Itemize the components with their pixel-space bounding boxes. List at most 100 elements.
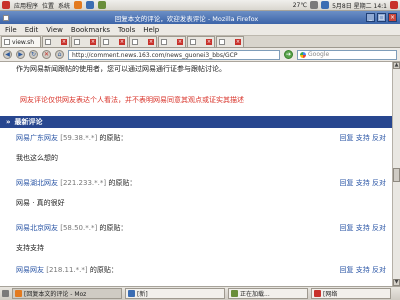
page-favicon-icon [190, 39, 196, 45]
maximize-button[interactable]: □ [377, 13, 386, 22]
tab[interactable]: × [216, 36, 244, 47]
comment-user[interactable]: 网易湖北网友 [16, 179, 58, 187]
taskbar-item-network[interactable]: [网络 [311, 288, 391, 299]
back-icon[interactable]: ◀ [3, 50, 12, 59]
menu-tools[interactable]: Tools [117, 26, 136, 34]
search-placeholder: Google [308, 51, 330, 58]
scroll-up-icon[interactable]: ▲ [393, 62, 400, 69]
close-tab-icon[interactable]: × [61, 39, 67, 45]
panel-menu-apps[interactable]: 应用程序 [14, 1, 38, 10]
weather-indicator[interactable]: 27℃ [293, 2, 307, 9]
close-tab-icon[interactable]: × [119, 39, 125, 45]
tab-strip: view.sh × × × × × × × [0, 35, 400, 48]
close-tab-icon[interactable]: × [148, 39, 154, 45]
comment-user[interactable]: 网易网友 [16, 266, 44, 274]
tab[interactable]: × [187, 36, 215, 47]
close-tab-icon[interactable]: × [206, 39, 212, 45]
firefox-icon [15, 290, 22, 297]
comment-item: 网易湖北网友 [221.233.*.*] 的原贴： 回复 支持 反对 网易 · … [16, 178, 392, 222]
comment-user[interactable]: 网易北京网友 [16, 224, 58, 232]
comment-header: 网易北京网友 [58.50.*.*] 的原贴： [16, 223, 127, 233]
taskbar-item-label: [回复本文的评论 - Moz [24, 291, 87, 298]
menu-view[interactable]: View [45, 26, 64, 34]
apps-menu-icon[interactable] [2, 1, 10, 9]
volume-icon[interactable] [321, 1, 330, 9]
double-chevron-icon: » [6, 118, 11, 126]
taskbar-item-label: [新] [137, 291, 148, 298]
panel-menu-places[interactable]: 位置 [42, 1, 54, 10]
taskbar-item-loading[interactable]: 正在加载... [228, 288, 308, 299]
reload-icon[interactable]: ↻ [29, 50, 38, 59]
power-icon[interactable] [390, 1, 398, 9]
forward-icon[interactable]: ▶ [16, 50, 25, 59]
firefox-desktop: 应用程序 位置 系统 27℃ 5月8日 星期二 14:1 回复本文的评论，欢迎发… [0, 0, 400, 300]
menu-bookmarks[interactable]: Bookmarks [70, 26, 111, 34]
minimize-button[interactable]: _ [366, 13, 375, 22]
taskbar-item-firefox[interactable]: [回复本文的评论 - Moz [12, 288, 122, 299]
comment-actions[interactable]: 回复 支持 反对 [340, 178, 386, 188]
tab-active[interactable]: view.sh [1, 36, 41, 47]
comment-ip: [58.50.*.*] [60, 224, 98, 232]
search-input[interactable]: Google [297, 49, 397, 60]
menu-edit[interactable]: Edit [24, 26, 40, 34]
page-favicon-icon [132, 39, 138, 45]
url-input[interactable]: http://comment.news.163.com/news_guonei3… [68, 49, 280, 60]
menu-bar: File Edit View Bookmarks Tools Help [0, 24, 400, 35]
stop-icon[interactable]: ✕ [42, 50, 51, 59]
search-engine-icon[interactable] [300, 51, 306, 58]
page-favicon-icon [219, 39, 225, 45]
comment-header: 网易网友 [218.11.*.*] 的原贴： [16, 265, 118, 275]
browser-launcher-icon[interactable] [74, 1, 83, 9]
comment-ip: [221.233.*.*] [60, 179, 107, 187]
close-tab-icon[interactable]: × [235, 39, 241, 45]
tab[interactable]: × [42, 36, 70, 47]
comment-actions[interactable]: 回复 支持 反对 [340, 133, 386, 143]
comment-header: 网易广东网友 [59.38.*.*] 的原贴： [16, 133, 127, 143]
tab[interactable]: × [71, 36, 99, 47]
menu-help[interactable]: Help [142, 26, 160, 34]
taskbar-item-label: [网络 [323, 291, 338, 298]
window-title-bar[interactable]: 回复本文的评论，欢迎发表评论 - Mozilla Firefox _ □ × [0, 11, 400, 24]
comment-actions[interactable]: 回复 支持 反对 [340, 265, 386, 275]
close-tab-icon[interactable]: × [177, 39, 183, 45]
comment-verb: 的原贴： [99, 134, 128, 142]
close-tab-icon[interactable]: × [90, 39, 96, 45]
scrollbar-thumb[interactable] [393, 168, 400, 182]
mail-launcher-icon[interactable] [86, 1, 95, 9]
comment-ip: [218.11.*.*] [46, 266, 88, 274]
taskbar-item-label: 正在加载... [240, 291, 270, 298]
panel-menu-system[interactable]: 系统 [58, 1, 70, 10]
help-launcher-icon[interactable] [98, 1, 107, 9]
comment-item: 网易网友 [218.11.*.*] 的原贴： 回复 支持 反对 [16, 265, 392, 286]
network-icon[interactable] [310, 1, 319, 9]
comment-user[interactable]: 网易广东网友 [16, 134, 58, 142]
panel-clock[interactable]: 5月8日 星期二 14:1 [332, 1, 387, 10]
scroll-down-icon[interactable]: ▼ [393, 279, 400, 286]
comment-ip: [59.38.*.*] [60, 134, 98, 142]
tab[interactable]: × [129, 36, 157, 47]
comment-header: 网易湖北网友 [221.233.*.*] 的原贴： [16, 178, 136, 188]
tab[interactable]: × [158, 36, 186, 47]
vertical-scrollbar[interactable]: ▲ ▼ [392, 62, 400, 286]
comment-body: 支持支持 [16, 244, 44, 252]
latest-comments-header: » 最新评论 [0, 116, 392, 128]
taskbar: [回复本文的评论 - Moz [新] 正在加载... [网络 [0, 286, 400, 300]
tab[interactable]: × [100, 36, 128, 47]
top-panel: 应用程序 位置 系统 27℃ 5月8日 星期二 14:1 [0, 0, 400, 11]
page-favicon-icon [161, 39, 167, 45]
usage-notice: 作为网易新闻跟帖的使用者，您可以通过网易通行证参与跟帖讨论。 [16, 65, 226, 73]
section-title: 最新评论 [14, 118, 43, 126]
im-icon [128, 290, 135, 297]
taskbar-item-im[interactable]: [新] [125, 288, 225, 299]
comment-actions[interactable]: 回复 支持 反对 [340, 223, 386, 233]
go-icon[interactable]: ➔ [284, 50, 293, 59]
page-favicon-icon [4, 39, 10, 45]
menu-file[interactable]: File [4, 26, 18, 34]
show-desktop-icon[interactable] [2, 290, 9, 297]
comment-verb: 的原贴： [89, 266, 118, 274]
disclaimer-notice: 网友评论仅供网友表达个人看法，并不表明网易同意其观点或证实其描述 [20, 96, 244, 104]
home-icon[interactable]: ⌂ [55, 50, 64, 59]
window-title: 回复本文的评论，欢迎发表评论 - Mozilla Firefox [114, 14, 259, 23]
comment-body: 我也这么想的 [16, 154, 58, 162]
close-button[interactable]: × [388, 13, 397, 22]
